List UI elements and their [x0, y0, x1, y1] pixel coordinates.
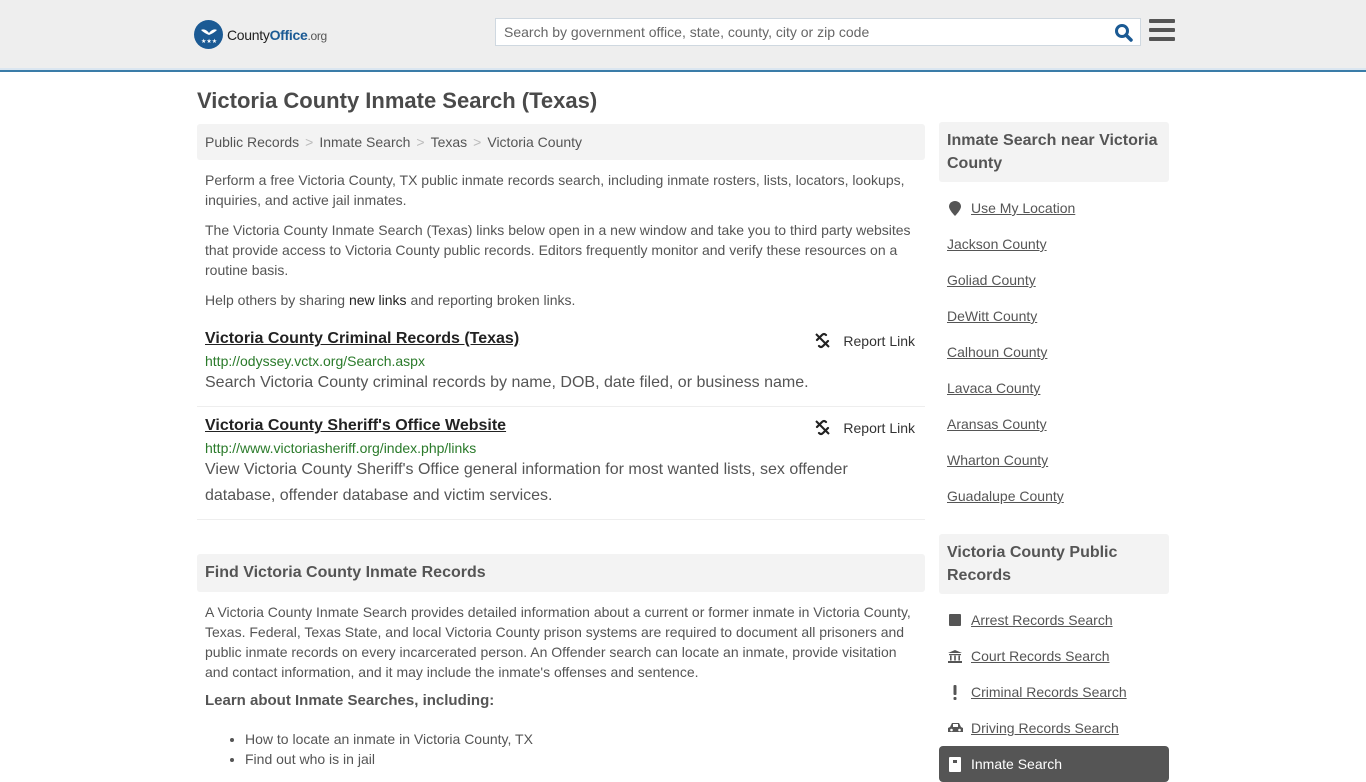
search-input[interactable]: [496, 19, 1096, 45]
use-my-location-item: Use My Location: [947, 190, 1161, 226]
nearby-county-item: Guadalupe County: [947, 478, 1161, 514]
nearby-county-item: Aransas County: [947, 406, 1161, 442]
logo-text: CountyOffice.org: [227, 26, 327, 43]
nearby-county-link[interactable]: Aransas County: [947, 416, 1047, 432]
find-records-paragraph: A Victoria County Inmate Search provides…: [205, 604, 911, 680]
learn-list-item: How to locate an inmate in Victoria Coun…: [245, 729, 917, 749]
court-records-link[interactable]: Court Records Search: [971, 648, 1110, 664]
resource-link-title[interactable]: Victoria County Criminal Records (Texas): [205, 330, 519, 347]
breadcrumb-separator: >: [416, 134, 425, 150]
search-icon[interactable]: [1114, 23, 1134, 43]
broken-link-icon: [815, 332, 831, 349]
nearby-county-item: Lavaca County: [947, 370, 1161, 406]
breadcrumb-separator: >: [473, 134, 482, 150]
find-records-header: Find Victoria County Inmate Records: [197, 554, 925, 592]
intro-paragraph: Perform a free Victoria County, TX publi…: [205, 172, 905, 208]
nearby-county-item: Jackson County: [947, 226, 1161, 262]
resource-url: http://odyssey.vctx.org/Search.aspx: [205, 353, 425, 369]
criminal-records-link[interactable]: Criminal Records Search: [971, 684, 1127, 700]
square-icon: [947, 614, 963, 626]
car-icon: [947, 722, 963, 734]
nearby-list: Use My Location Jackson County Goliad Co…: [939, 182, 1169, 514]
breadcrumb-texas[interactable]: Texas: [431, 134, 468, 150]
nearby-county-link[interactable]: Jackson County: [947, 236, 1047, 252]
report-link-button[interactable]: Report Link: [814, 419, 915, 436]
broken-link-icon: [815, 419, 831, 436]
report-link-button[interactable]: Report Link: [814, 332, 915, 349]
arrest-records-link[interactable]: Arrest Records Search: [971, 612, 1113, 628]
nearby-county-item: Goliad County: [947, 262, 1161, 298]
use-my-location-link[interactable]: Use My Location: [971, 200, 1075, 216]
courthouse-icon: [947, 649, 963, 663]
report-link-label: Report Link: [843, 419, 915, 436]
site-logo[interactable]: ★★★ CountyOffice.org: [194, 20, 327, 49]
logo-eagle-icon: ★★★: [194, 20, 223, 49]
site-header: ★★★ CountyOffice.org: [0, 0, 1366, 72]
intro: Perform a free Victoria County, TX publi…: [197, 170, 925, 310]
find-records-body: A Victoria County Inmate Search provides…: [197, 592, 925, 769]
page-title: Victoria County Inmate Search (Texas): [197, 88, 598, 113]
resource-link-title[interactable]: Victoria County Sheriff's Office Website: [205, 417, 506, 434]
records-item: Criminal Records Search: [947, 674, 1161, 710]
resource-link-item: Victoria County Sheriff's Office Website…: [197, 407, 925, 520]
learn-heading: Learn about Inmate Searches, including:: [205, 692, 495, 709]
nearby-county-link[interactable]: Calhoun County: [947, 344, 1047, 360]
records-item: Arrest Records Search: [947, 602, 1161, 638]
nearby-county-link[interactable]: Wharton County: [947, 452, 1048, 468]
nearby-county-link[interactable]: Guadalupe County: [947, 488, 1064, 504]
breadcrumb-victoria-county[interactable]: Victoria County: [487, 134, 582, 150]
breadcrumb-public-records[interactable]: Public Records: [205, 134, 299, 150]
resource-description: Search Victoria County criminal records …: [205, 374, 809, 391]
sidebar: Inmate Search near Victoria County Use M…: [939, 122, 1169, 782]
report-link-label: Report Link: [843, 332, 915, 349]
inmate-search-link[interactable]: Inmate Search: [971, 756, 1062, 772]
nearby-header: Inmate Search near Victoria County: [939, 122, 1169, 182]
records-item: Driving Records Search: [947, 710, 1161, 746]
records-item: Court Records Search: [947, 638, 1161, 674]
breadcrumb-inmate-search[interactable]: Inmate Search: [319, 134, 410, 150]
map-pin-icon: [947, 200, 963, 216]
exclamation-icon: [947, 684, 963, 700]
nearby-county-item: DeWitt County: [947, 298, 1161, 334]
main-content: Perform a free Victoria County, TX publi…: [197, 170, 925, 769]
intro-paragraph: The Victoria County Inmate Search (Texas…: [205, 222, 911, 278]
public-records-header: Victoria County Public Records: [939, 534, 1169, 594]
hamburger-menu-icon[interactable]: [1149, 19, 1175, 41]
new-links-link[interactable]: new links: [349, 292, 407, 308]
resource-url: http://www.victoriasheriff.org/index.php…: [205, 440, 477, 456]
learn-list-item: Find out who is in jail: [245, 749, 917, 769]
nearby-county-link[interactable]: Goliad County: [947, 272, 1036, 288]
resource-link-item: Victoria County Criminal Records (Texas)…: [197, 320, 925, 407]
nearby-county-link[interactable]: Lavaca County: [947, 380, 1040, 396]
learn-list: How to locate an inmate in Victoria Coun…: [205, 729, 917, 769]
breadcrumb-separator: >: [305, 134, 314, 150]
public-records-list: Arrest Records Search Court Records Sear…: [939, 594, 1169, 782]
driving-records-link[interactable]: Driving Records Search: [971, 720, 1119, 736]
breadcrumb: Public Records > Inmate Search > Texas > Victo…: [197, 124, 925, 160]
share-links-paragraph: Help others by sharing new links and rep…: [205, 292, 576, 308]
site-search: [495, 18, 1141, 46]
nearby-county-item: Wharton County: [947, 442, 1161, 478]
jail-door-icon: [947, 756, 963, 772]
resource-description: View Victoria County Sheriff's Office ge…: [205, 461, 848, 504]
nearby-county-item: Calhoun County: [947, 334, 1161, 370]
nearby-county-link[interactable]: DeWitt County: [947, 308, 1037, 324]
svg-text:★★★: ★★★: [201, 38, 217, 45]
records-item-active: Inmate Search: [939, 746, 1169, 782]
